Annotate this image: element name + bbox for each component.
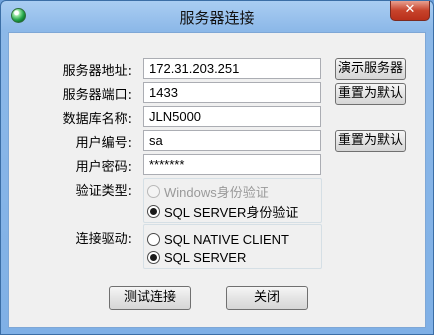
database-name-label: 数据库名称: [62,112,132,127]
close-button[interactable]: 关闭 [226,286,308,310]
driver-group: SQL NATIVE CLIENT SQL SERVER [143,224,322,269]
dialog-window: 服务器连接 ✕ 服务器地址: 172.31.203.251 演示服务器 服务器端… [0,0,434,335]
password-field[interactable]: ******* [143,154,321,175]
server-port-field[interactable]: 1433 [143,82,321,103]
auth-option-windows[interactable]: Windows身份验证 [147,183,269,200]
driver-label: 连接驱动: [75,232,132,247]
test-connection-button[interactable]: 测试连接 [109,286,191,310]
auth-type-group: Windows身份验证 SQL SERVER身份验证 [143,178,322,223]
close-window-button[interactable]: ✕ [390,1,430,21]
server-port-label: 服务器端口: [62,88,132,103]
radio-checked-icon [147,204,160,218]
auth-option-sql-server-label: SQL SERVER身份验证 [164,204,299,220]
radio-unchecked-icon [147,184,160,198]
auth-option-sql-server[interactable]: SQL SERVER身份验证 [147,203,299,220]
driver-option-sql-server-label: SQL SERVER [164,249,247,265]
driver-option-native-client-label: SQL NATIVE CLIENT [164,231,289,247]
dialog-client-area: 服务器地址: 172.31.203.251 演示服务器 服务器端口: 1433 … [8,32,426,328]
auth-option-windows-label: Windows身份验证 [164,184,269,200]
server-address-label: 服务器地址: [62,64,132,79]
reset-user-default-button[interactable]: 重置为默认 [335,130,406,152]
demo-server-button[interactable]: 演示服务器 [335,58,406,80]
user-id-field[interactable]: sa [143,130,321,151]
server-address-field[interactable]: 172.31.203.251 [143,58,321,79]
title-bar[interactable]: 服务器连接 ✕ [1,1,433,33]
database-name-field[interactable]: JLN5000 [143,106,321,127]
password-label: 用户密码: [75,160,132,175]
radio-checked-icon [147,250,160,264]
window-title: 服务器连接 [179,9,255,27]
user-id-label: 用户编号: [75,136,132,151]
reset-port-default-button[interactable]: 重置为默认 [335,83,406,105]
driver-option-sql-server[interactable]: SQL SERVER [147,249,246,265]
auth-type-label: 验证类型: [75,184,132,199]
driver-option-native-client[interactable]: SQL NATIVE CLIENT [147,231,289,247]
radio-unchecked-icon [147,232,160,246]
